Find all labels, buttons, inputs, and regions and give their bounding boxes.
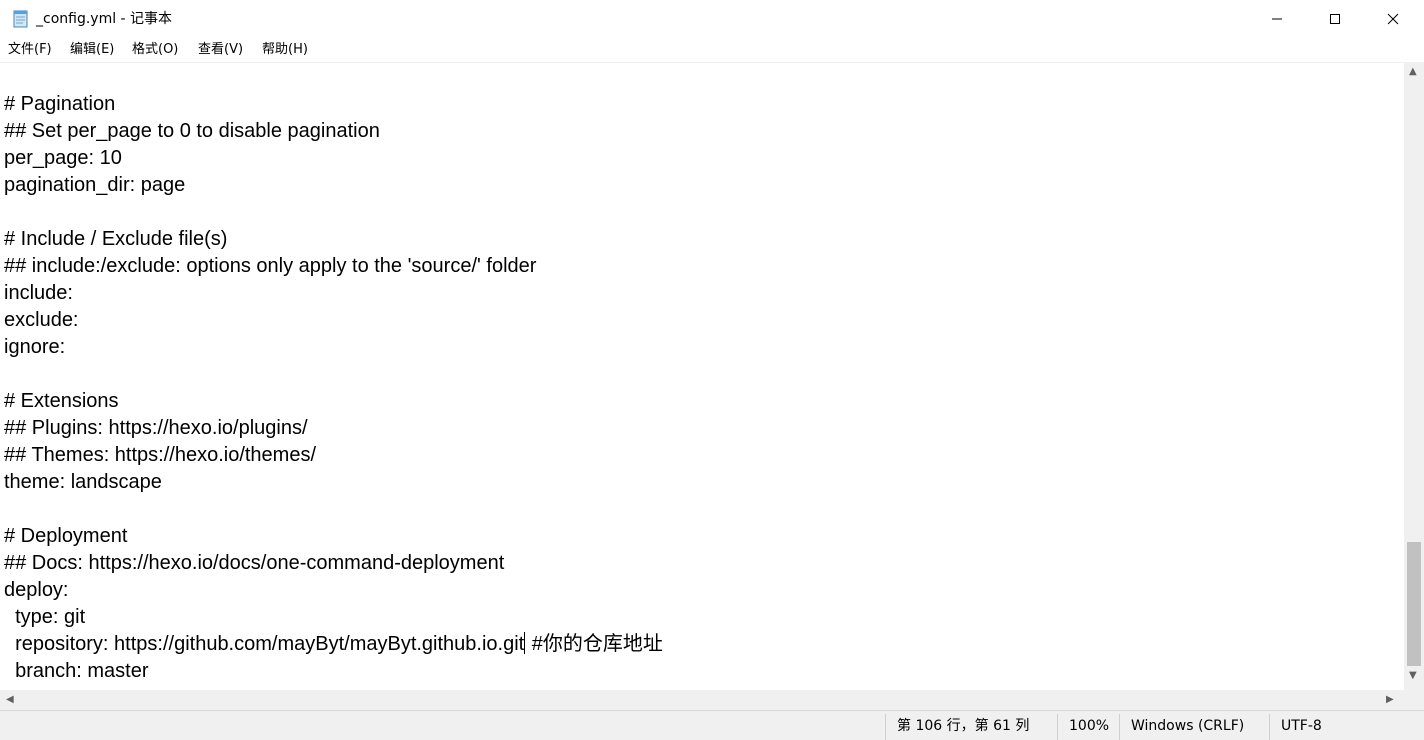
text-line: ## Docs: https://hexo.io/docs/one-comman… [4, 552, 505, 574]
status-divider [1269, 714, 1270, 740]
horizontal-scrollbar[interactable]: ◀ ▶ [0, 690, 1404, 710]
window-title: _config.yml - 记事本 [36, 11, 173, 27]
text-line: exclude: [4, 309, 79, 331]
text-line: # Extensions [4, 390, 119, 412]
text-line: deploy: [4, 579, 69, 601]
vertical-scroll-thumb[interactable] [1407, 542, 1421, 666]
status-position: 第 106 行，第 61 列 [897, 718, 1030, 734]
text-line: # Include / Exclude file(s) [4, 228, 228, 250]
text-editor[interactable]: # Pagination ## Set per_page to 0 to dis… [0, 62, 1404, 690]
text-line-with-caret: repository: https://github.com/mayByt/ma… [4, 631, 663, 658]
close-button[interactable] [1364, 0, 1422, 38]
close-icon [1387, 13, 1399, 25]
repository-comment: #你的仓库地址 [526, 633, 663, 655]
menu-file[interactable]: 文件(F) [6, 41, 54, 59]
vertical-scrollbar[interactable]: ▲ ▼ [1404, 62, 1424, 690]
status-line-ending: Windows (CRLF) [1131, 718, 1245, 734]
text-line: ## Plugins: https://hexo.io/plugins/ [4, 417, 308, 439]
scroll-down-icon[interactable]: ▼ [1409, 670, 1417, 681]
status-bar: 第 106 行，第 61 列 100% Windows (CRLF) UTF-8 [0, 710, 1424, 740]
text-line: pagination_dir: page [4, 174, 186, 196]
text-line: type: git [4, 606, 86, 628]
scroll-left-icon[interactable]: ◀ [6, 694, 14, 705]
menu-edit[interactable]: 编辑(E) [68, 41, 116, 59]
repository-text: repository: https://github.com/mayByt/ma… [4, 633, 525, 655]
menu-bar: 文件(F) 编辑(E) 格式(O) 查看(V) 帮助(H) [0, 38, 1424, 62]
text-line: per_page: 10 [4, 147, 122, 169]
minimize-icon [1272, 18, 1282, 20]
status-divider [1057, 714, 1058, 740]
text-line: ignore: [4, 336, 66, 358]
maximize-icon [1330, 14, 1340, 24]
status-encoding: UTF-8 [1281, 718, 1322, 734]
menu-view[interactable]: 查看(V) [196, 41, 245, 59]
status-zoom: 100% [1069, 718, 1110, 734]
title-bar: _config.yml - 记事本 [0, 0, 1424, 38]
menu-help[interactable]: 帮助(H) [260, 41, 310, 59]
text-line: ## include:/exclude: options only apply … [4, 255, 537, 277]
text-line: # Deployment [4, 525, 128, 547]
scroll-right-icon[interactable]: ▶ [1386, 694, 1394, 705]
text-line: branch: master [4, 660, 149, 682]
text-line: ## Set per_page to 0 to disable paginati… [4, 120, 380, 142]
text-line: # Pagination [4, 93, 116, 115]
scroll-up-icon[interactable]: ▲ [1409, 66, 1417, 77]
text-line: theme: landscape [4, 471, 162, 493]
menu-format[interactable]: 格式(O) [130, 41, 180, 59]
status-divider [885, 714, 886, 740]
maximize-button[interactable] [1306, 0, 1364, 38]
text-line: ## Themes: https://hexo.io/themes/ [4, 444, 317, 466]
status-divider [1119, 714, 1120, 740]
text-line: include: [4, 282, 73, 304]
scrollbar-corner [1404, 690, 1424, 710]
minimize-button[interactable] [1248, 0, 1306, 38]
notepad-icon [12, 10, 30, 28]
